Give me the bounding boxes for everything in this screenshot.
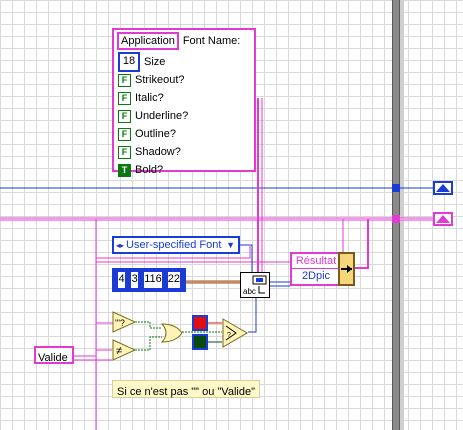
- outline-row: F Outline?: [118, 126, 176, 142]
- result-bundle[interactable]: Résultat 2Dpic: [290, 252, 342, 286]
- select-node[interactable]: ?: [222, 318, 248, 348]
- bold-label: Bold?: [135, 164, 164, 176]
- red-color-constant[interactable]: [192, 315, 208, 331]
- font-ring-constant[interactable]: ◂▸ User-specified Font ▼: [112, 236, 240, 254]
- or-gate[interactable]: [160, 322, 184, 344]
- underline-label: Underline?: [135, 110, 189, 122]
- empty-string-compare-icon: '"?: [112, 311, 137, 333]
- italic-bool-icon[interactable]: F: [118, 91, 131, 105]
- rect-top[interactable]: 3: [129, 270, 141, 290]
- strikeout-bool-icon[interactable]: F: [118, 73, 131, 87]
- pink-shift-register[interactable]: [433, 212, 453, 226]
- rect-bottom[interactable]: 22: [165, 270, 182, 290]
- bundle-node[interactable]: [338, 252, 355, 286]
- strikeout-row: F Strikeout?: [118, 72, 185, 88]
- font-name-label: Font Name:: [182, 35, 241, 47]
- or-gate-icon: [160, 323, 183, 343]
- size-label: Size: [144, 56, 166, 68]
- ring-inc-dec-icon[interactable]: ◂▸: [116, 241, 124, 250]
- not-equal-icon: ≠: [112, 339, 137, 361]
- bundle-icon: [341, 265, 352, 273]
- chevron-down-icon[interactable]: ▼: [226, 240, 235, 250]
- blue-shift-register[interactable]: [433, 181, 453, 195]
- outline-bool-icon[interactable]: F: [118, 127, 131, 141]
- bold-bool-icon[interactable]: T: [118, 163, 131, 177]
- size-value[interactable]: 18: [118, 52, 140, 72]
- outline-label: Outline?: [135, 128, 176, 140]
- up-arrow-icon: [436, 184, 450, 192]
- svg-text:abc: abc: [243, 287, 256, 296]
- valide-string-constant[interactable]: Valide: [34, 346, 74, 364]
- comment-label[interactable]: Si ce n'est pas "" ou "Valide": [112, 380, 260, 398]
- svg-text:≠: ≠: [116, 345, 122, 357]
- pink-tunnel[interactable]: [392, 215, 400, 223]
- bold-row: T Bold?: [118, 162, 163, 178]
- svg-text:?: ?: [227, 332, 231, 339]
- strikeout-label: Strikeout?: [135, 74, 185, 86]
- not-equal-compare[interactable]: ≠: [112, 339, 137, 361]
- draw-text-vi[interactable]: abc: [240, 272, 270, 298]
- empty-string-compare[interactable]: '"?: [112, 311, 137, 333]
- blue-tunnel[interactable]: [392, 184, 400, 192]
- rect-right[interactable]: 116: [142, 270, 164, 290]
- italic-row: F Italic?: [118, 90, 164, 106]
- underline-row: F Underline?: [118, 108, 188, 124]
- italic-label: Italic?: [135, 92, 164, 104]
- font-name-value[interactable]: Application: [117, 32, 179, 50]
- draw-text-vi-icon: abc: [243, 275, 267, 296]
- underline-bool-icon[interactable]: F: [118, 109, 131, 123]
- result-label: Résultat: [295, 255, 337, 267]
- green-color-constant[interactable]: [192, 334, 208, 350]
- comment-text: Si ce n'est pas "" ou "Valide": [117, 386, 255, 398]
- up-arrow-icon: [436, 215, 450, 223]
- block-diagram: Application Font Name: 18 Size F Strikeo…: [0, 0, 463, 430]
- select-icon: ?: [222, 318, 248, 348]
- shadow-row: F Shadow?: [118, 144, 181, 160]
- valide-label: Valide: [38, 352, 68, 364]
- ring-selected-value: User-specified Font: [126, 239, 222, 251]
- font-name-row: Application Font Name:: [117, 32, 241, 50]
- svg-text:'"?: '"?: [115, 318, 125, 328]
- result-sub-label: 2Dpic: [292, 268, 340, 283]
- rect-cluster-constant[interactable]: 4 3 116 22: [112, 268, 186, 292]
- shadow-label: Shadow?: [135, 146, 181, 158]
- font-cluster-constant[interactable]: Application Font Name: 18 Size F Strikeo…: [112, 28, 256, 177]
- rect-left[interactable]: 4: [116, 270, 128, 290]
- size-row: 18 Size: [118, 52, 166, 72]
- shadow-bool-icon[interactable]: F: [118, 145, 131, 159]
